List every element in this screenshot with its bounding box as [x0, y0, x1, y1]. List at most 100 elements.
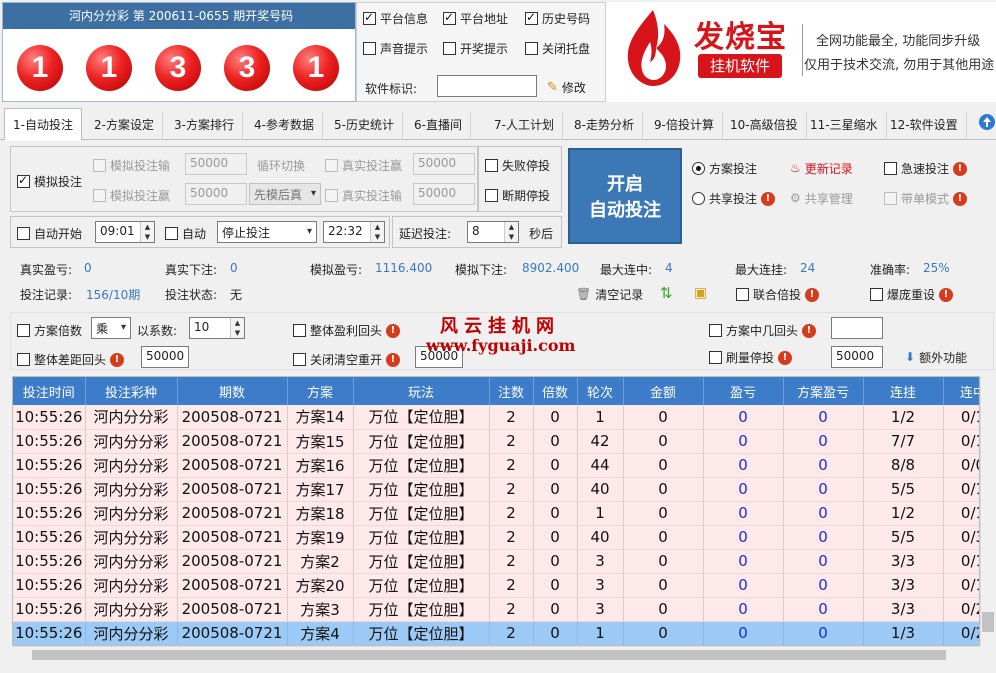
table-cell: 万位【定位胆】: [353, 597, 490, 622]
bus-icon[interactable]: ▣: [694, 285, 707, 301]
real-win-input[interactable]: 50000: [413, 153, 475, 175]
vertical-scroll-thumb[interactable]: [982, 612, 994, 632]
horizontal-scroll-thumb[interactable]: [32, 650, 946, 660]
tab-manual-plan[interactable]: 7-人工计划: [486, 112, 563, 140]
joint-multiple-checkbox[interactable]: 联合倍投 !: [736, 286, 819, 303]
column-header[interactable]: 连挂: [863, 377, 944, 405]
sim-loss-input[interactable]: 50000: [185, 153, 247, 175]
table-row[interactable]: 10:55:26 河内分分彩 200508-0721 方案16 万位【定位胆】 2 0 44 0…: [13, 453, 979, 478]
record-value: 156/10期: [86, 288, 141, 302]
spinner-arrows-icon[interactable]: ▲ ▼: [230, 318, 244, 338]
table-row[interactable]: 10:55:26 河内分分彩 200508-0721 方案19 万位【定位胆】 2 0 40 0…: [13, 525, 979, 550]
table-row[interactable]: 10:55:26 河内分分彩 200508-0721 方案15 万位【定位胆】 2 0 42 0…: [13, 429, 979, 454]
column-header[interactable]: 玩法: [353, 377, 490, 405]
column-header[interactable]: 连中: [943, 377, 979, 405]
scheme-multiple-checkbox[interactable]: 方案倍数: [17, 322, 82, 339]
delay-input[interactable]: 8 ▲ ▼: [467, 221, 519, 243]
tab-scheme-rank[interactable]: 3-方案排行: [166, 112, 243, 140]
start-time-input[interactable]: 09:01 ▲ ▼: [95, 221, 155, 243]
column-header[interactable]: 轮次: [577, 377, 624, 405]
real-loss-input[interactable]: 50000: [413, 183, 475, 205]
table-row[interactable]: 10:55:26 河内分分彩 200508-0721 方案2 万位【定位胆】 2 0 3 0 0 0…: [13, 549, 979, 574]
column-header[interactable]: 注数: [489, 377, 534, 405]
tab-scheme-setup[interactable]: 2-方案设定: [86, 112, 163, 140]
multiply-op-select[interactable]: 乘 ▾: [91, 317, 131, 339]
modify-button[interactable]: ✎ 修改: [547, 79, 586, 96]
draw-alert-checkbox[interactable]: 开奖提示: [443, 40, 508, 57]
auto-checkbox[interactable]: 自动: [165, 225, 206, 242]
sort-arrows-icon[interactable]: ⇅: [660, 284, 673, 302]
sim-win-input[interactable]: 50000: [185, 183, 247, 205]
logo-name: 发烧宝: [694, 20, 787, 55]
sim-bet-checkbox[interactable]: 模拟投注: [17, 173, 82, 190]
column-header[interactable]: 投注彩种: [85, 377, 178, 405]
column-header[interactable]: 金额: [623, 377, 704, 405]
gap-back-checkbox[interactable]: 整体差距回头 !: [17, 351, 124, 368]
tab-advanced-multiple[interactable]: 10-高级倍投: [722, 112, 807, 140]
platform-info-checkbox[interactable]: 平台信息: [363, 10, 428, 27]
column-header[interactable]: 方案盈亏: [783, 377, 864, 405]
close-reset-checkbox[interactable]: 关闭清空重开 !: [293, 351, 400, 368]
table-row[interactable]: 10:55:26 河内分分彩 200508-0721 方案18 万位【定位胆】 2 0 1 0 0…: [13, 501, 979, 526]
extra-function-button[interactable]: ⬇ 额外功能: [905, 349, 967, 366]
refresh-stop-checkbox[interactable]: 刷量停投 !: [709, 349, 792, 366]
tab-three-star[interactable]: 11-三星缩水: [802, 112, 887, 140]
auto-start-checkbox[interactable]: 自动开始: [17, 225, 82, 242]
start-auto-bet-button[interactable]: 开启 自动投注: [568, 148, 682, 244]
order-select[interactable]: 先模后真 ▾: [249, 183, 321, 205]
scheme-bet-radio[interactable]: 方案投注: [692, 160, 757, 177]
tab-auto-bet[interactable]: 1-自动投注: [4, 108, 82, 141]
update-log-link[interactable]: ♨ 更新记录: [790, 160, 853, 177]
gap-input[interactable]: 50000: [141, 346, 189, 368]
close-tray-checkbox[interactable]: 关闭托盘: [525, 40, 590, 57]
fail-stop-checkbox[interactable]: 失败停投: [485, 157, 550, 174]
spinner-arrows-icon[interactable]: ▲ ▼: [504, 222, 518, 242]
clear-record-button[interactable]: 🗑 清空记录: [576, 286, 643, 303]
platform-address-checkbox[interactable]: 平台地址: [443, 10, 508, 27]
refresh-input[interactable]: 50000: [831, 346, 883, 368]
scheme-hit-back-checkbox[interactable]: 方案中几回头 !: [709, 322, 816, 339]
tab-history-stats[interactable]: 5-历史统计: [326, 112, 403, 140]
software-id-input[interactable]: [437, 75, 537, 97]
column-header[interactable]: 投注时间: [13, 377, 86, 405]
vertical-scrollbar[interactable]: [980, 376, 996, 646]
single-mode-checkbox[interactable]: 带单模式 !: [884, 190, 967, 207]
flame-logo-icon: [627, 10, 681, 86]
end-time-input[interactable]: 22:32 ▲ ▼: [323, 221, 385, 243]
column-header[interactable]: 倍数: [533, 377, 578, 405]
column-header[interactable]: 方案: [287, 377, 354, 405]
column-header[interactable]: 期数: [177, 377, 288, 405]
tab-live-room[interactable]: 6-直播间: [406, 112, 471, 140]
share-bet-radio[interactable]: 共享投注 !: [692, 190, 775, 207]
sound-alert-checkbox[interactable]: 声音提示: [363, 40, 428, 57]
history-numbers-checkbox[interactable]: 历史号码: [525, 10, 590, 27]
table-row[interactable]: 10:55:26 河内分分彩 200508-0721 方案3 万位【定位胆】 2 0 3 0 0 0…: [13, 597, 979, 622]
tab-multiple-calc[interactable]: 9-倍投计算: [646, 112, 723, 140]
tab-software-settings[interactable]: 12-软件设置: [882, 112, 967, 140]
tab-reference-data[interactable]: 4-参考数据: [246, 112, 323, 140]
share-manage-button[interactable]: ⚙ 共享管理: [790, 190, 853, 207]
tab-scroll-up-icon[interactable]: [978, 112, 996, 132]
hit-back-input[interactable]: [831, 317, 883, 339]
table-row[interactable]: 10:55:26 河内分分彩 200508-0721 方案14 万位【定位胆】 2 0 1 0 0…: [13, 405, 979, 430]
real-loss-checkbox[interactable]: 真实投注输: [325, 187, 402, 204]
fast-bet-checkbox[interactable]: 急速投注 !: [884, 160, 967, 177]
table-row[interactable]: 10:55:26 河内分分彩 200508-0721 方案20 万位【定位胆】 2 0 3 0 0…: [13, 573, 979, 598]
break-stop-checkbox[interactable]: 断期停投: [485, 187, 550, 204]
action-select[interactable]: 停止投注 ▾: [217, 221, 317, 243]
column-header[interactable]: 盈亏: [703, 377, 784, 405]
spinner-arrows-icon[interactable]: ▲ ▼: [140, 222, 154, 242]
spinner-arrows-icon[interactable]: ▲ ▼: [370, 222, 384, 242]
tab-trend-analysis[interactable]: 8-走势分析: [566, 112, 643, 140]
real-win-checkbox[interactable]: 真实投注赢: [325, 157, 402, 174]
sim-loss-checkbox[interactable]: 模拟投注输: [93, 157, 170, 174]
table-cell: 0: [783, 573, 864, 598]
table-cell: 方案19: [287, 525, 354, 550]
coef-input[interactable]: 10 ▲ ▼: [189, 317, 245, 339]
table-row[interactable]: 10:55:26 河内分分彩 200508-0721 方案17 万位【定位胆】 2 0 40 0…: [13, 477, 979, 502]
table-row[interactable]: 10:55:26 河内分分彩 200508-0721 方案4 万位【定位胆】 2 0 1 0 0 0…: [13, 621, 979, 645]
draw-ball: 3: [224, 45, 270, 91]
sim-win-checkbox[interactable]: 模拟投注赢: [93, 187, 170, 204]
bust-reset-checkbox[interactable]: 爆庞重设 !: [870, 286, 953, 303]
overall-profit-back-checkbox[interactable]: 整体盈利回头 !: [293, 322, 400, 339]
